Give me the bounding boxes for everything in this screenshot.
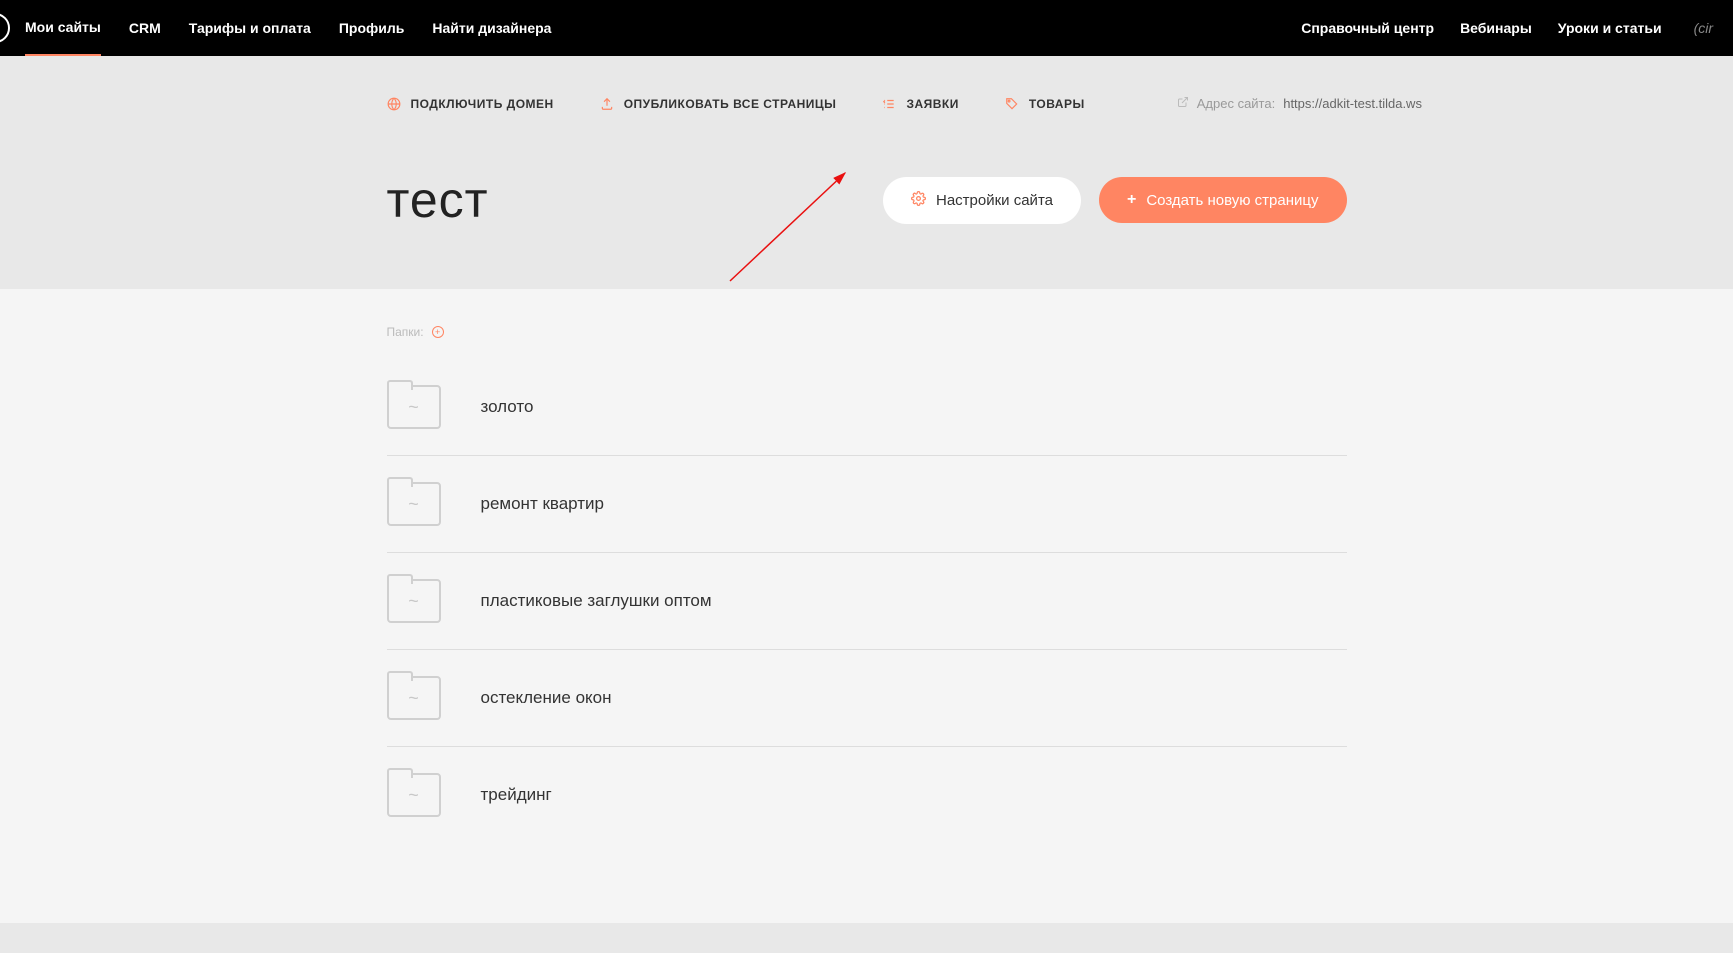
globe-icon [387, 97, 401, 111]
add-folder-button[interactable]: + [432, 326, 444, 338]
topnav-right: Справочный центр Вебинары Уроки и статьи… [1301, 1, 1713, 55]
status-text: (cir [1694, 20, 1713, 36]
tag-icon [1005, 97, 1019, 111]
nav-help-center[interactable]: Справочный центр [1301, 1, 1434, 55]
folder-row[interactable]: ~ трейдинг [387, 747, 1347, 843]
hero-section: ПОДКЛЮЧИТЬ ДОМЕН ОПУБЛИКОВАТЬ ВСЕ СТРАНИ… [0, 56, 1733, 289]
button-label: Настройки сайта [936, 192, 1053, 209]
folder-name: пластиковые заглушки оптом [481, 591, 712, 611]
folder-row[interactable]: ~ остекление окон [387, 650, 1347, 747]
nav-profile[interactable]: Профиль [339, 1, 405, 55]
folder-icon: ~ [387, 482, 441, 526]
plus-icon: + [1127, 191, 1136, 209]
button-label: Создать новую страницу [1146, 192, 1318, 209]
nav-my-sites[interactable]: Мои сайты [25, 0, 101, 57]
toolbar-leads[interactable]: ЗАЯВКИ [882, 97, 958, 111]
toolbar-connect-domain[interactable]: ПОДКЛЮЧИТЬ ДОМЕН [387, 97, 554, 111]
site-url-label: Адрес сайта: [1197, 96, 1275, 111]
toolbar-label: ЗАЯВКИ [906, 97, 958, 111]
folder-name: золото [481, 397, 534, 417]
topbar: Мои сайты CRM Тарифы и оплата Профиль На… [0, 0, 1733, 56]
folder-row[interactable]: ~ ремонт квартир [387, 456, 1347, 553]
toolbar-label: ТОВАРЫ [1029, 97, 1085, 111]
external-link-icon [1177, 96, 1189, 111]
arrow-annotation-icon [720, 161, 890, 291]
nav-webinars[interactable]: Вебинары [1460, 1, 1532, 55]
nav-tariffs[interactable]: Тарифы и оплата [189, 1, 311, 55]
folder-icon: ~ [387, 579, 441, 623]
toolbar-publish-all[interactable]: ОПУБЛИКОВАТЬ ВСЕ СТРАНИЦЫ [600, 97, 837, 111]
content-section: Папки: + ~ золото ~ ремонт квартир ~ пла… [0, 289, 1733, 923]
nav-crm[interactable]: CRM [129, 1, 161, 55]
create-page-button[interactable]: + Создать новую страницу [1099, 177, 1347, 223]
folder-row[interactable]: ~ золото [387, 359, 1347, 456]
folder-name: трейдинг [481, 785, 552, 805]
site-settings-button[interactable]: Настройки сайта [883, 177, 1081, 224]
upload-icon [600, 97, 614, 111]
title-actions: Настройки сайта + Создать новую страницу [883, 177, 1347, 224]
gear-icon [911, 191, 926, 210]
list-icon [882, 97, 896, 111]
toolbar-label: ОПУБЛИКОВАТЬ ВСЕ СТРАНИЦЫ [624, 97, 837, 111]
folder-icon: ~ [387, 385, 441, 429]
nav-find-designer[interactable]: Найти дизайнера [432, 1, 551, 55]
toolbar-products[interactable]: ТОВАРЫ [1005, 97, 1085, 111]
site-title: тест [387, 171, 489, 229]
folder-name: ремонт квартир [481, 494, 605, 514]
folder-icon: ~ [387, 676, 441, 720]
logo-icon[interactable] [0, 13, 10, 43]
folder-name: остекление окон [481, 688, 612, 708]
nav-articles[interactable]: Уроки и статьи [1558, 1, 1662, 55]
folder-icon: ~ [387, 773, 441, 817]
folders-header: Папки: + [387, 325, 1347, 339]
site-url-link[interactable]: https://adkit-test.tilda.ws [1283, 96, 1422, 111]
toolbar: ПОДКЛЮЧИТЬ ДОМЕН ОПУБЛИКОВАТЬ ВСЕ СТРАНИ… [387, 96, 1347, 111]
topnav-left: Мои сайты CRM Тарифы и оплата Профиль На… [25, 0, 551, 57]
folders-label: Папки: [387, 325, 424, 339]
toolbar-label: ПОДКЛЮЧИТЬ ДОМЕН [411, 97, 554, 111]
site-url: Адрес сайта: https://adkit-test.tilda.ws [1177, 96, 1422, 111]
folder-row[interactable]: ~ пластиковые заглушки оптом [387, 553, 1347, 650]
